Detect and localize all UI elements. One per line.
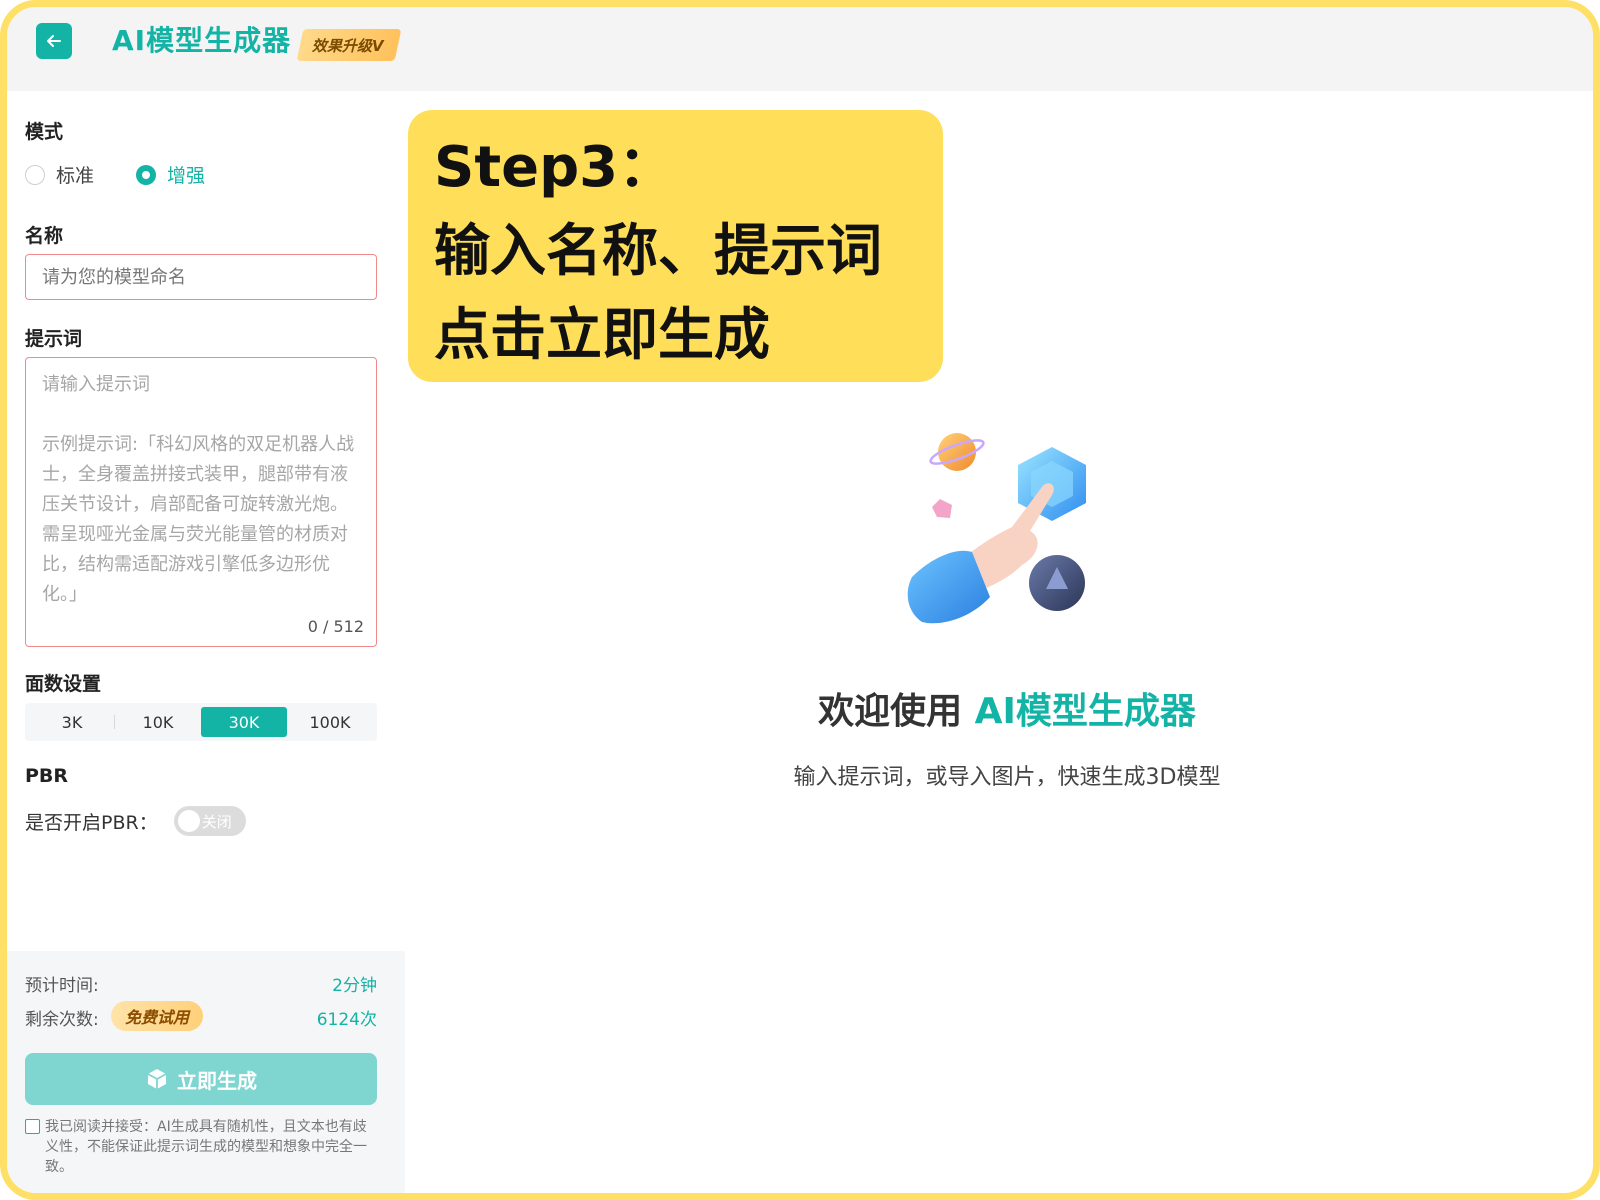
generate-button[interactable]: 立即生成 xyxy=(25,1053,377,1105)
upgrade-badge: 效果升级V xyxy=(296,29,402,61)
radio-circle-selected xyxy=(136,164,157,185)
mode-standard-radio[interactable]: 标准 xyxy=(25,161,94,188)
toggle-text: 关闭 xyxy=(201,813,232,831)
radio-label: 标准 xyxy=(56,165,95,187)
step-heading: Step3： xyxy=(434,135,675,200)
welcome-subtitle: 输入提示词，或导入图片，快速生成3D模型 xyxy=(793,765,1221,790)
app-frame: AI模型生成器 效果升级V 模式 标准 增强 名称 提示词 请输入提示词 示例提… xyxy=(0,0,1600,1200)
free-trial-badge: 免费试用 xyxy=(111,1001,204,1031)
settings-sidebar: 模式 标准 增强 名称 提示词 请输入提示词 示例提示词:「科幻风格的双足机器人… xyxy=(7,91,405,1193)
generate-label: 立即生成 xyxy=(177,1068,257,1093)
upgrade-badge-text: 效果升级V xyxy=(312,36,384,55)
cube-icon xyxy=(147,1069,167,1089)
name-label: 名称 xyxy=(25,225,64,247)
welcome-prefix: 欢迎使用 xyxy=(818,691,975,732)
generate-panel: 预计时间: 2分钟 剩余次数: 免费试用 6124次 立即生成 我已阅读并接受：… xyxy=(7,951,405,1193)
pbr-toggle[interactable]: 关闭 xyxy=(173,806,246,836)
toggle-knob xyxy=(177,810,200,832)
radio-label: 增强 xyxy=(167,165,206,187)
welcome-brand: AI模型生成器 xyxy=(974,691,1196,732)
face-count-selector: 3K 10K 30K 100K xyxy=(25,703,377,741)
arrow-left-icon xyxy=(47,35,61,47)
back-button[interactable] xyxy=(36,23,72,59)
prompt-label: 提示词 xyxy=(25,328,83,350)
prompt-textarea[interactable]: 请输入提示词 示例提示词:「科幻风格的双足机器人战士，全身覆盖拼接式装甲，腿部带… xyxy=(25,357,377,647)
face-count-label: 面数设置 xyxy=(25,673,102,695)
mode-label: 模式 xyxy=(25,121,64,143)
face-option-3k[interactable]: 3K xyxy=(29,707,115,737)
mode-radio-group: 标准 增强 xyxy=(25,161,247,188)
face-option-10k[interactable]: 10K xyxy=(115,707,201,737)
face-option-30k[interactable]: 30K xyxy=(201,707,287,737)
radio-circle xyxy=(25,164,45,185)
face-option-100k[interactable]: 100K xyxy=(287,707,373,737)
step-instruction-2: 点击立即生成 xyxy=(434,303,770,368)
step-instruction-1: 输入名称、提示词 xyxy=(434,219,882,284)
est-time-label: 预计时间: xyxy=(25,976,99,996)
pbr-toggle-label: 是否开启PBR： xyxy=(25,811,158,834)
model-name-input[interactable] xyxy=(25,254,377,300)
prompt-char-count: 0 / 512 xyxy=(307,617,364,636)
est-time-value: 2分钟 xyxy=(332,976,377,996)
pbr-row: 是否开启PBR： 关闭 xyxy=(25,806,246,836)
hand-illustration xyxy=(907,433,1086,624)
remaining-label: 剩余次数: xyxy=(25,1010,99,1030)
agreement-text: 我已阅读并接受：AI生成具有随机性，且文本也有歧义性，不能保证此提示词生成的模型… xyxy=(45,1119,367,1175)
prompt-placeholder: 请输入提示词 xyxy=(42,374,150,395)
prompt-example: 示例提示词:「科幻风格的双足机器人战士，全身覆盖拼接式装甲，腿部带有液压关节设计… xyxy=(42,434,355,605)
remaining-value: 6124次 xyxy=(316,1010,377,1030)
agreement-checkbox[interactable] xyxy=(25,1119,40,1134)
top-bar: AI模型生成器 效果升级V xyxy=(7,7,1593,91)
pbr-label: PBR xyxy=(25,765,69,787)
app-title: AI模型生成器 xyxy=(112,24,292,57)
mode-enhanced-radio[interactable]: 增强 xyxy=(136,161,205,188)
welcome-title: 欢迎使用 AI模型生成器 xyxy=(707,682,1307,734)
step-callout: Step3： 输入名称、提示词 点击立即生成 xyxy=(408,110,943,382)
